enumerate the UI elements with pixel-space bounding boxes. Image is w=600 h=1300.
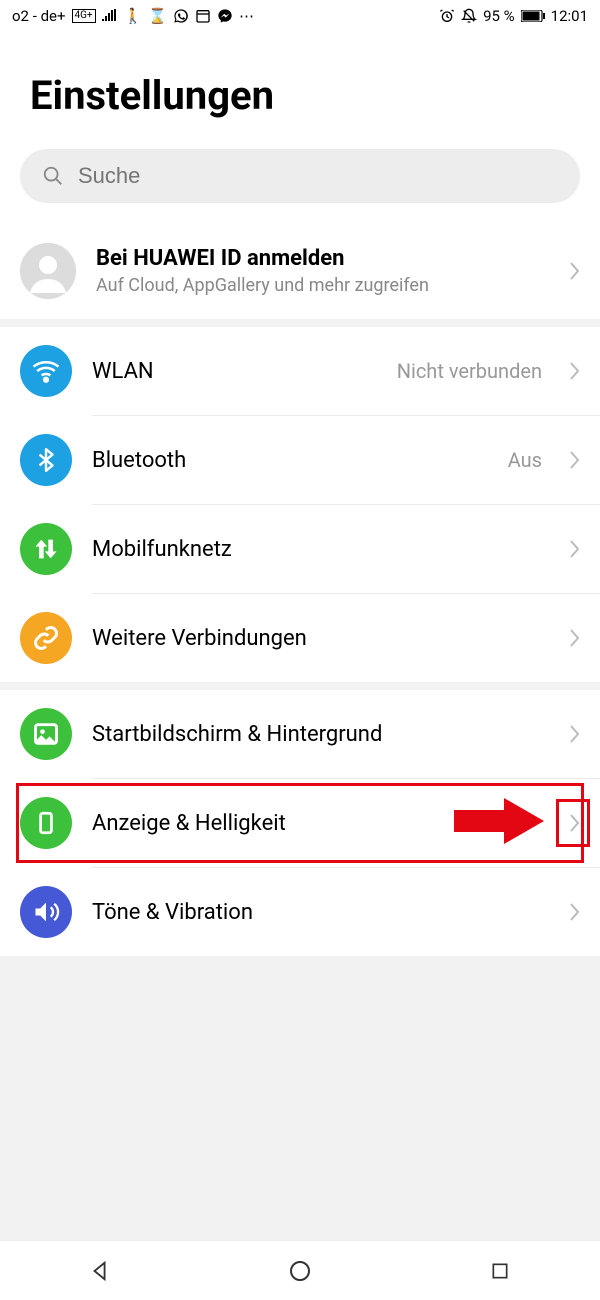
bluetooth-icon	[20, 434, 72, 486]
mobile-data-icon	[20, 523, 72, 575]
calendar-icon	[195, 8, 211, 24]
hourglass-icon: ⌛	[148, 7, 167, 25]
chevron-right-icon	[570, 362, 580, 380]
wlan-value: Nicht verbunden	[397, 359, 542, 383]
huawei-id-title: Bei HUAWEI ID anmelden	[96, 246, 550, 271]
chevron-right-icon	[570, 814, 580, 832]
more-icon: ⋯	[239, 7, 254, 25]
search-input[interactable]	[78, 163, 558, 189]
row-wlan[interactable]: WLAN Nicht verbunden	[0, 327, 600, 415]
chevron-right-icon	[570, 725, 580, 743]
network-badge: 4G+	[72, 9, 96, 23]
row-more-connections[interactable]: Weitere Verbindungen	[0, 594, 600, 682]
link-icon	[20, 612, 72, 664]
display-label: Anzeige & Helligkeit	[92, 811, 550, 836]
time-label: 12:01	[551, 7, 588, 25]
picture-icon	[20, 708, 72, 760]
home-label: Startbildschirm & Hintergrund	[92, 722, 550, 747]
row-home-wallpaper[interactable]: Startbildschirm & Hintergrund	[0, 690, 600, 778]
speaker-icon	[20, 886, 72, 938]
bluetooth-label: Bluetooth	[92, 448, 488, 473]
battery-pct: 95 %	[483, 7, 515, 25]
avatar	[20, 243, 76, 299]
search-icon	[42, 165, 64, 187]
mobile-label: Mobilfunknetz	[92, 537, 550, 562]
nav-bar	[0, 1240, 600, 1300]
chevron-right-icon	[570, 451, 580, 469]
chevron-right-icon	[570, 903, 580, 921]
status-bar: o2 - de+ 4G+ 🚶 ⌛ ⋯ 95 % 12:01	[0, 0, 600, 32]
mute-icon	[461, 8, 477, 24]
row-huawei-id[interactable]: Bei HUAWEI ID anmelden Auf Cloud, AppGal…	[0, 223, 600, 319]
wlan-label: WLAN	[92, 359, 377, 384]
row-display-brightness[interactable]: Anzeige & Helligkeit	[0, 779, 600, 867]
more-conn-label: Weitere Verbindungen	[92, 626, 550, 651]
wifi-icon	[20, 345, 72, 397]
nav-recent-button[interactable]	[486, 1257, 514, 1285]
sound-label: Töne & Vibration	[92, 900, 550, 925]
whatsapp-icon	[173, 8, 189, 24]
nav-home-button[interactable]	[286, 1257, 314, 1285]
row-bluetooth[interactable]: Bluetooth Aus	[0, 416, 600, 504]
row-mobile-network[interactable]: Mobilfunknetz	[0, 505, 600, 593]
page-title: Einstellungen	[0, 32, 600, 149]
huawei-id-subtitle: Auf Cloud, AppGallery und mehr zugreifen	[96, 275, 550, 296]
walk-icon: 🚶	[124, 7, 143, 25]
search-bar[interactable]	[20, 149, 580, 203]
phone-icon	[20, 797, 72, 849]
bluetooth-value: Aus	[508, 448, 542, 472]
carrier-label: o2 - de+	[12, 7, 66, 25]
chevron-right-icon	[570, 540, 580, 558]
chevron-right-icon	[570, 262, 580, 280]
row-sound-vibration[interactable]: Töne & Vibration	[0, 868, 600, 956]
messenger-icon	[217, 8, 233, 24]
chevron-right-icon	[570, 629, 580, 647]
alarm-icon	[439, 8, 455, 24]
signal-icon	[102, 9, 118, 23]
battery-icon	[521, 10, 545, 22]
nav-back-button[interactable]	[86, 1257, 114, 1285]
